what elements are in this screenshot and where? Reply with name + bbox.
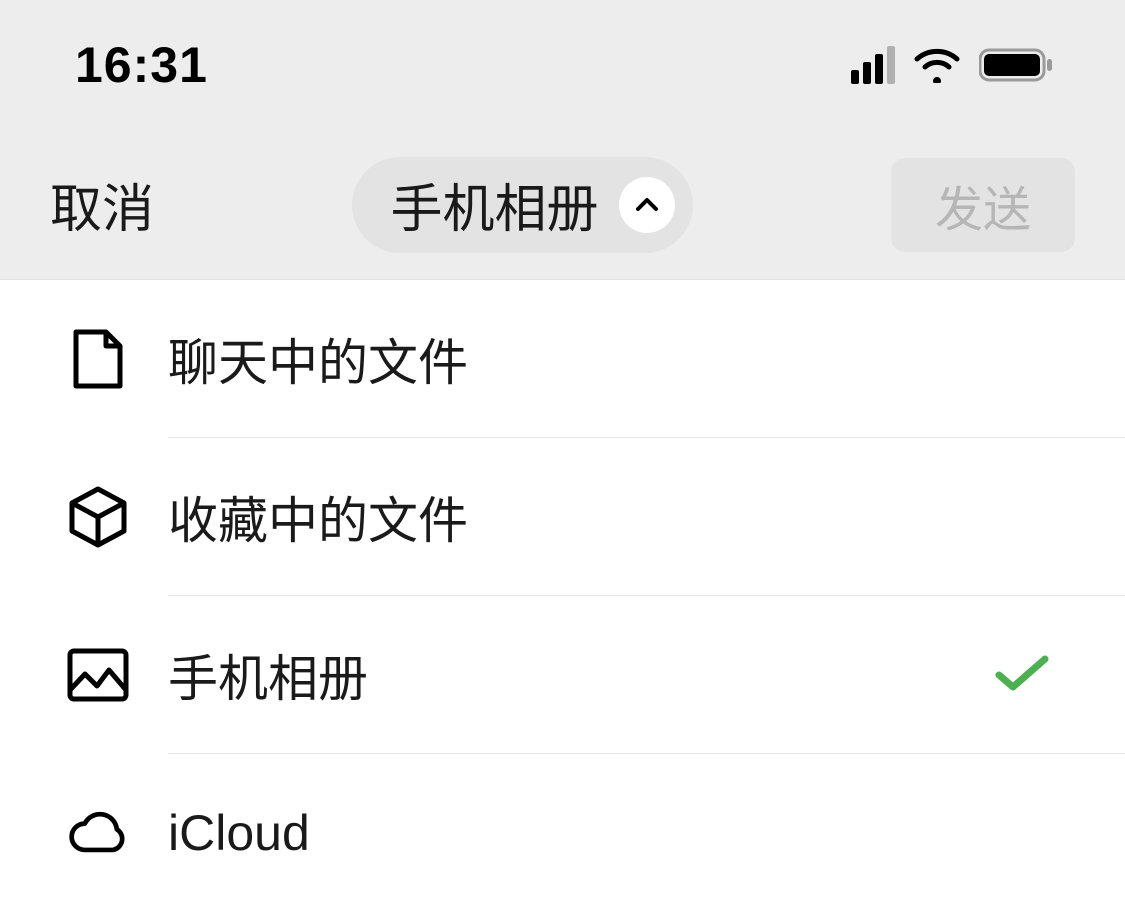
cube-icon bbox=[66, 485, 130, 549]
nav-bar: 取消 手机相册 发送 bbox=[0, 130, 1125, 280]
check-icon bbox=[993, 651, 1051, 700]
album-selector-dropdown[interactable]: 手机相册 bbox=[352, 157, 692, 253]
status-bar: 16:31 bbox=[0, 0, 1125, 130]
chevron-up-icon bbox=[619, 177, 675, 233]
album-selector-label: 手机相册 bbox=[390, 167, 598, 242]
status-indicators bbox=[851, 46, 1055, 84]
cellular-signal-icon bbox=[851, 46, 895, 84]
menu-item-label: iCloud bbox=[168, 804, 1059, 862]
menu-item-phone-album[interactable]: 手机相册 bbox=[0, 596, 1125, 754]
send-button[interactable]: 发送 bbox=[891, 158, 1075, 252]
source-menu-list: 聊天中的文件 收藏中的文件 手机相册 bbox=[0, 280, 1125, 912]
menu-item-chat-files[interactable]: 聊天中的文件 bbox=[0, 280, 1125, 438]
menu-item-label: 聊天中的文件 bbox=[168, 323, 1059, 395]
battery-icon bbox=[979, 47, 1055, 83]
menu-item-icloud[interactable]: iCloud bbox=[0, 754, 1125, 912]
image-icon bbox=[66, 643, 130, 707]
menu-item-favorite-files[interactable]: 收藏中的文件 bbox=[0, 438, 1125, 596]
cancel-button[interactable]: 取消 bbox=[50, 167, 154, 242]
cloud-icon bbox=[66, 801, 130, 865]
status-time: 16:31 bbox=[75, 36, 208, 94]
menu-item-label: 手机相册 bbox=[168, 639, 993, 711]
file-icon bbox=[66, 327, 130, 391]
menu-item-label: 收藏中的文件 bbox=[168, 481, 1059, 553]
wifi-icon bbox=[913, 47, 961, 83]
